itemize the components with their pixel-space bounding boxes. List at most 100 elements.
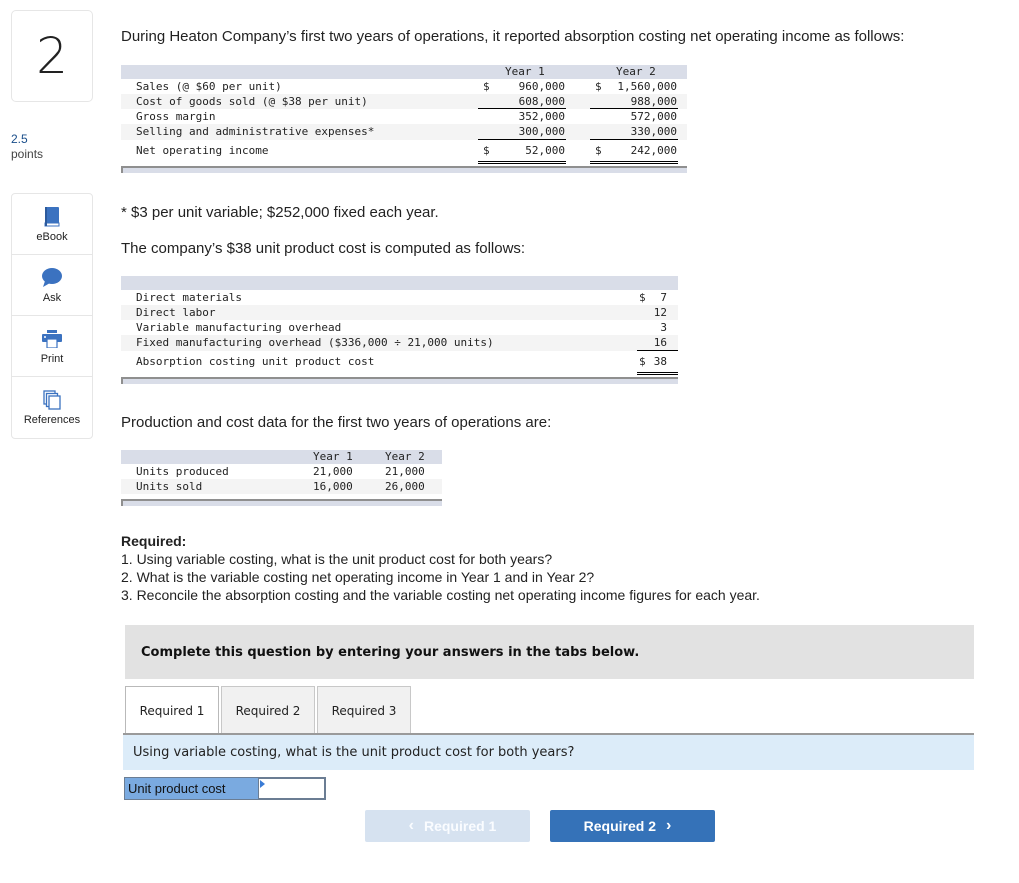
points-info: 2.5 points	[11, 132, 43, 162]
intro-text: During Heaton Company’s first two years …	[121, 28, 905, 45]
table-row: Cost of goods sold (@ $38 per unit) 608,…	[121, 94, 687, 109]
points-label: points	[11, 147, 44, 161]
cost-value: 3	[660, 321, 667, 334]
table-row: Sales (@ $60 per unit) $ 960,000 $ 1,560…	[121, 79, 687, 94]
book-icon	[44, 206, 60, 228]
year-2-value: 1,560,000	[617, 80, 677, 93]
year-2-value: 988,000	[630, 95, 677, 108]
row-label: Units produced	[136, 465, 229, 478]
header-year-2: Year 2	[385, 450, 425, 463]
year-2-value: 242,000	[630, 144, 677, 157]
header-year-1: Year 1	[505, 65, 545, 78]
documents-icon	[43, 389, 61, 411]
ebook-button[interactable]: eBook	[12, 194, 92, 255]
ask-label: Ask	[42, 291, 62, 304]
tab-required-1[interactable]: Required 1	[125, 686, 219, 735]
row-label: Gross margin	[136, 110, 216, 123]
ask-button[interactable]: Ask	[12, 255, 92, 316]
unit-cost-table: Direct materials $ 7 Direct labor 12 Var…	[121, 276, 678, 384]
footnote-text: * $3 per unit variable; $252,000 fixed e…	[121, 204, 439, 221]
currency-symbol: $	[639, 291, 646, 304]
unit-product-cost-label: Unit product cost	[124, 777, 259, 800]
tab-question: Using variable costing, what is the unit…	[123, 733, 974, 770]
currency-symbol: $	[595, 144, 602, 157]
year-1-value: 960,000	[518, 80, 565, 93]
printer-icon	[42, 328, 62, 350]
production-intro: Production and cost data for the first t…	[121, 414, 552, 431]
table-footer	[121, 377, 678, 384]
year-1-value: 52,000	[525, 144, 565, 157]
next-required-button[interactable]: Required 2 ›	[550, 810, 715, 842]
table-header: Year 1 Year 2	[121, 65, 687, 79]
points-value: 2.5	[11, 132, 28, 146]
table-footer	[121, 499, 442, 506]
print-label: Print	[40, 352, 64, 365]
production-table: Year 1 Year 2 Units produced 21,000 21,0…	[121, 450, 442, 506]
currency-symbol: $	[639, 355, 646, 368]
double-underline	[637, 372, 678, 375]
next-label: Required 2	[583, 818, 657, 834]
chevron-right-icon: ›	[666, 817, 672, 834]
row-label: Units sold	[136, 480, 203, 493]
income-statement-table: Year 1 Year 2 Sales (@ $60 per unit) $ 9…	[121, 65, 687, 173]
table-header: Year 1 Year 2	[121, 450, 442, 464]
year-1-value: 300,000	[518, 125, 565, 138]
row-label: Absorption costing unit product cost	[136, 355, 375, 368]
header-year-1: Year 1	[313, 450, 353, 463]
references-button[interactable]: References	[12, 377, 92, 438]
row-label: Sales (@ $60 per unit)	[136, 80, 282, 93]
input-marker-icon	[260, 780, 265, 788]
currency-symbol: $	[595, 80, 602, 93]
tab-required-2[interactable]: Required 2	[221, 686, 315, 734]
table-row: Gross margin 352,000 572,000	[121, 109, 687, 124]
year-2-value: 572,000	[630, 110, 677, 123]
cost-value: 7	[660, 291, 667, 304]
unit-product-cost-field[interactable]	[259, 777, 326, 800]
ebook-label: eBook	[36, 230, 68, 243]
row-label: Direct materials	[136, 291, 242, 304]
required-item: 3. Reconcile the absorption costing and …	[121, 587, 760, 603]
tab-required-3[interactable]: Required 3	[317, 686, 411, 734]
cost-value: 38	[653, 355, 667, 368]
year-1-value: 608,000	[518, 95, 565, 108]
cost-value: 16	[653, 336, 667, 349]
unit-product-cost-input[interactable]	[259, 779, 324, 798]
table-row: Variable manufacturing overhead 3	[121, 320, 678, 335]
year-1-value: 21,000	[313, 465, 353, 478]
required-item: 2. What is the variable costing net oper…	[121, 569, 595, 585]
references-label: References	[23, 414, 81, 426]
year-2-value: 330,000	[630, 125, 677, 138]
tools-panel: eBook Ask Print References	[11, 193, 93, 439]
previous-required-button[interactable]: ‹ Required 1	[365, 810, 530, 842]
table-row: Units produced 21,000 21,000	[121, 464, 442, 479]
currency-symbol: $	[483, 144, 490, 157]
year-1-value: 352,000	[518, 110, 565, 123]
answer-tabs: Required 1 Required 2 Required 3	[125, 686, 413, 735]
year-2-value: 26,000	[385, 480, 425, 493]
chevron-left-icon: ‹	[408, 817, 414, 834]
double-underline	[590, 161, 678, 164]
table-row: Direct materials $ 7	[121, 290, 678, 305]
double-underline	[478, 161, 566, 164]
previous-label: Required 1	[423, 818, 497, 834]
table-row: Selling and administrative expenses* 300…	[121, 124, 687, 140]
required-item: 1. Using variable costing, what is the u…	[121, 551, 553, 567]
required-section: Required: 1. Using variable costing, wha…	[121, 532, 760, 604]
table-row: Net operating income $ 52,000 $ 242,000	[121, 140, 687, 164]
table-row: Units sold 16,000 26,000	[121, 479, 442, 494]
print-button[interactable]: Print	[12, 316, 92, 377]
row-label: Selling and administrative expenses*	[136, 125, 375, 138]
row-label: Net operating income	[136, 144, 269, 157]
currency-symbol: $	[483, 80, 490, 93]
row-label: Cost of goods sold (@ $38 per unit)	[136, 95, 368, 108]
row-label: Variable manufacturing overhead	[136, 321, 342, 334]
table-row: Direct labor 12	[121, 305, 678, 320]
question-number: 2	[11, 10, 93, 102]
row-label: Direct labor	[136, 306, 216, 319]
table-row: Absorption costing unit product cost $ 3…	[121, 351, 678, 375]
chat-bubble-icon	[41, 267, 63, 289]
table-footer	[121, 166, 687, 173]
table-header	[121, 276, 678, 290]
answer-row: Unit product cost	[124, 777, 326, 800]
year-1-value: 16,000	[313, 480, 353, 493]
